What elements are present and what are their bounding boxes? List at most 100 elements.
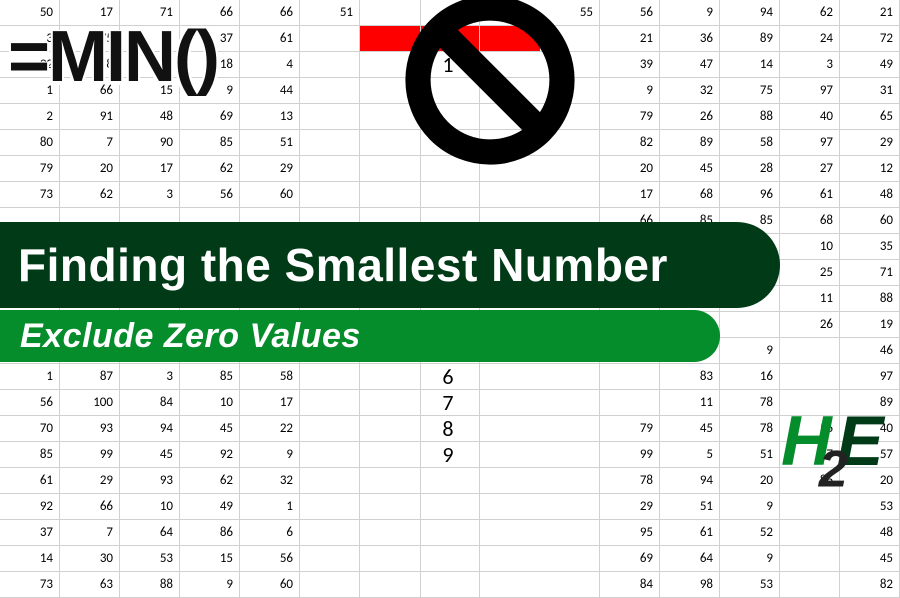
cell[interactable]: 66 — [240, 0, 300, 26]
cell[interactable]: 68 — [780, 208, 840, 234]
cell[interactable]: 45 — [840, 546, 900, 572]
cell[interactable]: 9 — [720, 494, 780, 520]
center-number-cell[interactable] — [420, 520, 480, 546]
cell[interactable]: 15 — [180, 546, 240, 572]
cell[interactable] — [540, 546, 600, 572]
cell[interactable]: 14 — [720, 52, 780, 78]
cell[interactable]: 10 — [180, 390, 240, 416]
center-number-cell[interactable] — [480, 494, 540, 520]
cell[interactable]: 71 — [840, 260, 900, 286]
cell[interactable]: 9 — [180, 572, 240, 598]
cell[interactable]: 79 — [600, 104, 660, 130]
cell[interactable]: 29 — [60, 468, 120, 494]
cell[interactable] — [300, 156, 360, 182]
cell[interactable] — [780, 364, 840, 390]
center-number-cell[interactable] — [360, 442, 420, 468]
cell[interactable] — [540, 520, 600, 546]
cell[interactable] — [780, 572, 840, 598]
cell[interactable]: 51 — [720, 442, 780, 468]
cell[interactable] — [780, 546, 840, 572]
cell[interactable]: 87 — [60, 364, 120, 390]
cell[interactable]: 72 — [840, 26, 900, 52]
cell[interactable]: 83 — [660, 364, 720, 390]
cell[interactable]: 66 — [60, 494, 120, 520]
cell[interactable]: 79 — [0, 156, 60, 182]
center-number-cell[interactable] — [420, 494, 480, 520]
cell[interactable]: 75 — [720, 78, 780, 104]
cell[interactable]: 85 — [0, 442, 60, 468]
cell[interactable]: 12 — [840, 156, 900, 182]
cell[interactable]: 20 — [60, 156, 120, 182]
cell[interactable]: 48 — [120, 104, 180, 130]
cell[interactable]: 62 — [180, 468, 240, 494]
cell[interactable]: 46 — [840, 338, 900, 364]
cell[interactable]: 32 — [660, 78, 720, 104]
cell[interactable]: 60 — [240, 182, 300, 208]
cell[interactable]: 58 — [240, 364, 300, 390]
cell[interactable]: 35 — [840, 234, 900, 260]
cell[interactable] — [300, 546, 360, 572]
cell[interactable] — [600, 364, 660, 390]
cell[interactable]: 69 — [600, 546, 660, 572]
cell[interactable] — [300, 182, 360, 208]
cell[interactable] — [780, 494, 840, 520]
cell[interactable]: 60 — [240, 572, 300, 598]
cell[interactable]: 13 — [240, 104, 300, 130]
cell[interactable]: 88 — [720, 104, 780, 130]
cell[interactable]: 64 — [660, 546, 720, 572]
cell[interactable] — [540, 572, 600, 598]
cell[interactable]: 19 — [840, 312, 900, 338]
cell[interactable]: 91 — [60, 104, 120, 130]
cell[interactable]: 36 — [660, 26, 720, 52]
cell[interactable]: 47 — [660, 52, 720, 78]
cell[interactable]: 97 — [780, 78, 840, 104]
cell[interactable]: 7 — [60, 520, 120, 546]
cell[interactable] — [300, 52, 360, 78]
cell[interactable]: 22 — [240, 416, 300, 442]
cell[interactable]: 89 — [660, 130, 720, 156]
cell[interactable]: 93 — [120, 468, 180, 494]
cell[interactable] — [300, 364, 360, 390]
cell[interactable]: 9 — [660, 0, 720, 26]
cell[interactable]: 17 — [120, 156, 180, 182]
cell[interactable]: 4 — [240, 52, 300, 78]
cell[interactable] — [540, 416, 600, 442]
cell[interactable]: 48 — [840, 182, 900, 208]
cell[interactable]: 53 — [840, 494, 900, 520]
cell[interactable]: 52 — [720, 520, 780, 546]
cell[interactable]: 64 — [120, 520, 180, 546]
cell[interactable]: 97 — [780, 130, 840, 156]
cell[interactable] — [300, 26, 360, 52]
cell[interactable]: 73 — [0, 572, 60, 598]
cell[interactable]: 78 — [720, 390, 780, 416]
center-number-cell[interactable] — [480, 182, 540, 208]
cell[interactable]: 98 — [660, 572, 720, 598]
cell[interactable] — [780, 338, 840, 364]
cell[interactable]: 45 — [120, 442, 180, 468]
cell[interactable]: 9 — [720, 338, 780, 364]
center-number-cell[interactable] — [360, 546, 420, 572]
cell[interactable]: 88 — [840, 286, 900, 312]
cell[interactable] — [540, 390, 600, 416]
cell[interactable]: 1 — [0, 364, 60, 390]
cell[interactable]: 20 — [600, 156, 660, 182]
cell[interactable]: 44 — [240, 78, 300, 104]
center-number-cell[interactable]: 6 — [420, 364, 480, 390]
cell[interactable]: 29 — [840, 130, 900, 156]
cell[interactable]: 94 — [660, 468, 720, 494]
center-number-cell[interactable] — [360, 494, 420, 520]
cell[interactable]: 25 — [780, 260, 840, 286]
cell[interactable]: 11 — [660, 390, 720, 416]
cell[interactable] — [300, 442, 360, 468]
cell[interactable]: 65 — [840, 104, 900, 130]
cell[interactable] — [300, 104, 360, 130]
cell[interactable] — [720, 312, 780, 338]
cell[interactable]: 45 — [660, 156, 720, 182]
cell[interactable]: 61 — [0, 468, 60, 494]
cell[interactable]: 60 — [840, 208, 900, 234]
cell[interactable]: 79 — [600, 416, 660, 442]
cell[interactable] — [300, 130, 360, 156]
cell[interactable] — [300, 78, 360, 104]
cell[interactable]: 40 — [780, 104, 840, 130]
cell[interactable]: 48 — [840, 520, 900, 546]
